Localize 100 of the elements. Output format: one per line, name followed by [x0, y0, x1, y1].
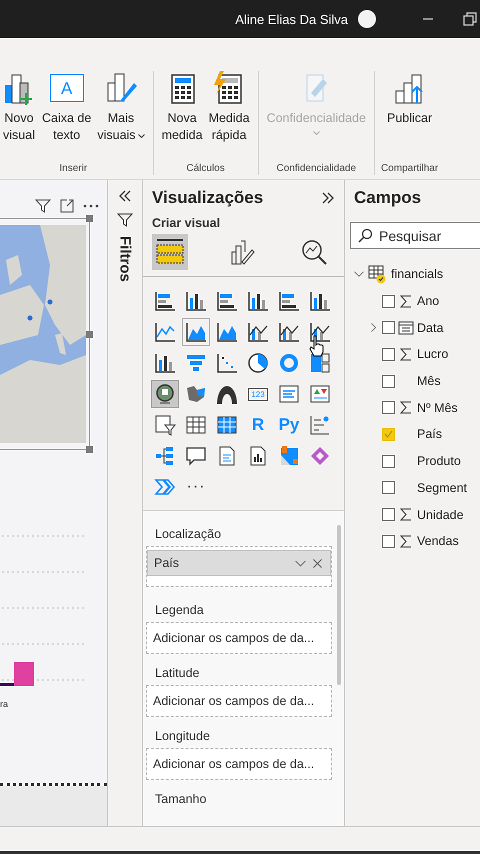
checkbox[interactable] — [382, 481, 395, 494]
treemap-icon — [309, 352, 331, 374]
resize-handle[interactable] — [86, 215, 93, 222]
drop-field[interactable]: Adicionar os campos de da... — [146, 748, 332, 780]
filled-map-icon — [185, 383, 207, 405]
pane-title: Visualizações — [152, 188, 264, 208]
table-name[interactable]: financials — [391, 267, 444, 282]
slicer-icon — [154, 414, 176, 436]
collapse-icon[interactable] — [117, 188, 133, 204]
line-column-chart-icon — [247, 321, 269, 343]
avatar[interactable] — [358, 10, 376, 28]
checkbox[interactable] — [382, 454, 395, 468]
area-chart-icon — [185, 321, 207, 343]
drop-field[interactable]: Adicionar os campos de da... — [146, 685, 332, 717]
chevrons-icon — [154, 476, 176, 498]
line-column-chart-icon — [278, 321, 300, 343]
section-title: Criar visual — [151, 215, 222, 230]
checkbox[interactable] — [382, 401, 395, 414]
map-layers-icon — [278, 445, 300, 467]
search-box[interactable]: Pesquisar — [350, 222, 480, 249]
group-label: Compartilhar — [380, 163, 438, 175]
search-icon — [357, 228, 373, 244]
field-name[interactable]: Lucro — [417, 347, 448, 362]
checkbox[interactable] — [382, 348, 395, 361]
globe-icon — [154, 383, 176, 405]
close-icon[interactable] — [311, 556, 324, 570]
drop-field[interactable]: Adicionar os campos de da... — [146, 622, 332, 654]
axis-label: ra — [0, 699, 10, 709]
filters-pane-title[interactable]: Filtros — [116, 236, 134, 282]
checkbox[interactable] — [382, 534, 395, 548]
sigma-icon — [400, 348, 412, 361]
hand-cursor-icon — [308, 335, 326, 357]
diamond-icon — [309, 445, 331, 467]
expand-icon[interactable] — [320, 190, 336, 206]
field-name[interactable]: Produto — [417, 454, 461, 468]
field-name[interactable]: Nº Mês — [417, 400, 458, 415]
donut-chart-icon — [278, 352, 300, 374]
well-label: Latitude — [154, 665, 200, 682]
resize-handle[interactable] — [86, 331, 93, 338]
build-tab[interactable] — [152, 234, 188, 270]
ribbon-button[interactable]: Publicar — [384, 71, 434, 163]
field-pill[interactable]: País — [147, 550, 331, 576]
field-name[interactable]: Ano — [417, 294, 440, 308]
key-influencers-icon — [309, 414, 331, 436]
field-name[interactable]: Data — [417, 320, 444, 335]
filter-icon — [117, 212, 133, 228]
field-name[interactable]: Mês — [417, 374, 441, 388]
well-label: Longitude — [154, 728, 211, 745]
group-label: Cálculos — [186, 163, 225, 175]
resize-handle[interactable] — [86, 446, 93, 453]
table-icon — [185, 414, 207, 436]
group-label: Confidencialidade — [276, 163, 356, 175]
waterfall-chart-icon — [154, 352, 176, 374]
column-chart-icon — [309, 290, 331, 312]
bar-chart-icon — [278, 290, 300, 312]
restore-icon[interactable] — [462, 11, 478, 27]
sigma-icon — [400, 294, 412, 308]
funnel-icon — [185, 352, 207, 374]
field-name[interactable]: País — [417, 427, 442, 442]
well-label: Tamanho — [154, 791, 208, 808]
speech-bubble-icon — [185, 445, 207, 467]
ribbon-button[interactable]: Medida rápida — [206, 71, 252, 163]
line-chart-icon — [154, 321, 176, 343]
checkbox[interactable] — [382, 508, 395, 522]
stacked-area-chart-icon — [216, 321, 238, 343]
ribbon-button[interactable]: Nova medida — [160, 71, 205, 163]
sigma-icon — [400, 401, 412, 414]
search-field[interactable]: Pesquisar — [377, 226, 480, 244]
user-name: Aline Elias Da Silva — [235, 12, 348, 26]
pane-title: Campos — [354, 188, 422, 208]
multi-row-card-icon — [278, 383, 300, 405]
checkbox[interactable] — [382, 374, 395, 388]
stacked-bar-chart-icon — [154, 290, 176, 312]
ribbon-button[interactable]: Novo visual — [0, 71, 38, 163]
well-label: Legenda — [154, 602, 205, 619]
clustered-bar-chart-icon — [216, 290, 238, 312]
filter-icon[interactable] — [35, 198, 51, 214]
scrollbar[interactable] — [337, 525, 341, 685]
field-name[interactable]: Vendas — [417, 534, 459, 548]
more-button[interactable]: ··· — [182, 473, 210, 501]
ribbon-button[interactable]: Mais visuais — [95, 71, 147, 163]
decomposition-tree-icon — [154, 445, 176, 467]
group-label: Inserir — [59, 163, 88, 175]
sigma-icon — [400, 508, 412, 522]
visual-type-button[interactable] — [182, 318, 210, 346]
field-name[interactable]: Segment — [417, 480, 468, 495]
checkbox[interactable] — [382, 321, 395, 334]
ribbon-button[interactable]: A Caixa de texto — [40, 71, 94, 163]
stacked-column-chart-icon — [185, 290, 207, 312]
field-name[interactable]: Unidade — [417, 508, 464, 522]
focus-mode-icon[interactable] — [59, 198, 75, 214]
checkbox[interactable] — [382, 428, 395, 441]
analytics-search-icon — [300, 238, 328, 266]
kpi-icon — [309, 383, 331, 405]
calendar-icon — [398, 320, 414, 336]
well-label: Localização — [154, 526, 222, 543]
checkbox[interactable] — [382, 294, 395, 308]
pie-chart-icon — [247, 352, 269, 374]
matrix-icon — [216, 414, 238, 436]
visual-type-button[interactable] — [151, 380, 179, 408]
